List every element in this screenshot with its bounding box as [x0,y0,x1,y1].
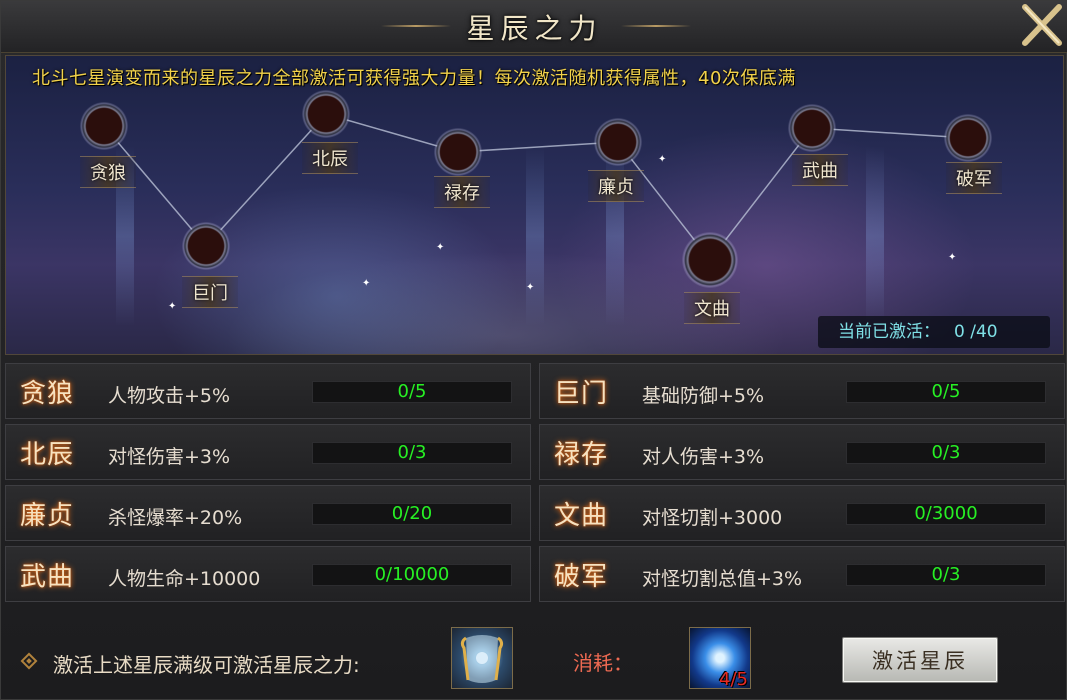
attribute-description: 人物攻击+5% [108,385,231,407]
attribute-description: 杀怪爆率+20% [108,507,243,529]
attribute-progress-text: 0/10000 [374,564,450,585]
window-title: 星辰之力 [466,12,603,45]
star-label-wuqu: 武曲 [792,154,848,186]
star-label-lucun: 禄存 [434,176,490,208]
sparkle: ✦ [436,242,445,253]
star-node-lianzhen[interactable] [594,118,642,166]
attribute-star-name: 贪狼 [20,379,75,409]
title-ornament-right [621,25,691,27]
attribute-progress-bar: 0/5 [312,381,512,403]
activation-count-label: 当前已激活： [838,322,940,342]
attribute-star-name: 巨门 [554,379,609,409]
attribute-star-name: 北辰 [20,440,75,470]
constellation-lines [103,113,969,262]
attribute-progress-bar: 0/3 [846,442,1046,464]
star-node-beichen[interactable] [302,90,350,138]
attribute-description: 基础防御+5% [642,385,765,407]
unlock-hint: 激活上述星辰满级可激活星辰之力: [53,653,360,677]
attribute-star-name: 破军 [554,562,609,592]
cost-item-count: 4/5 [719,669,748,690]
sparkle: ✦ [658,154,667,165]
star-label-tanlang: 贪狼 [80,156,136,188]
title-bar: 星辰之力 [1,1,1067,53]
star-node-wenqu[interactable] [682,232,738,288]
star-node-lucun[interactable] [434,128,482,176]
sparkle: ✦ [168,301,177,312]
attribute-row: 武曲 人物生命+10000 0/10000 [5,546,531,602]
attribute-row: 文曲 对怪切割+3000 0/3000 [539,485,1065,541]
attribute-progress-bar: 0/20 [312,503,512,525]
star-node-wuqu[interactable] [788,104,836,152]
star-node-tanlang[interactable] [80,102,128,150]
star-label-lianzhen: 廉贞 [588,170,644,202]
attribute-progress-text: 0/3 [397,442,427,463]
sparkle: ✦ [948,252,957,263]
attribute-progress-text: 0/5 [931,381,961,402]
attribute-progress-text: 0/5 [397,381,427,402]
attribute-progress-bar: 0/5 [846,381,1046,403]
star-label-pojun: 破军 [946,162,1002,194]
attribute-progress-text: 0/3 [931,564,961,585]
sparkle: ✦ [362,278,371,289]
star-node-jumen[interactable] [182,222,230,270]
attribute-row: 贪狼 人物攻击+5% 0/5 [5,363,531,419]
attribute-progress-text: 0/20 [391,503,433,524]
attribute-star-name: 武曲 [20,562,75,592]
attribute-description: 人物生命+10000 [108,568,261,590]
star-label-beichen: 北辰 [302,142,358,174]
activation-count-value: 0 /40 [954,322,998,342]
attribute-progress-text: 0/3000 [914,503,978,524]
attribute-progress-bar: 0/3 [312,442,512,464]
attribute-row: 巨门 基础防御+5% 0/5 [539,363,1065,419]
sparkle: ✦ [526,282,535,293]
star-node-pojun[interactable] [944,114,992,162]
constellation-panel: 北斗七星演变而来的星辰之力全部激活可获得强大力量！每次激活随机获得属性，40次保… [5,55,1064,355]
attribute-row: 北辰 对怪伤害+3% 0/3 [5,424,531,480]
attribute-description: 对怪切割总值+3% [642,568,803,590]
attribute-description: 对人伤害+3% [642,446,765,468]
scroll-item-icon[interactable] [451,627,513,689]
star-label-wenqu: 文曲 [684,292,740,324]
star-label-jumen: 巨门 [182,276,238,308]
diamond-bullet-icon [20,652,38,670]
attribute-star-name: 文曲 [554,501,609,531]
bottom-bar: 激活上述星辰满级可激活星辰之力: 消耗： 4/5 激活星辰 [1,611,1067,700]
attribute-row: 破军 对怪切割总值+3% 0/3 [539,546,1065,602]
attribute-star-name: 禄存 [554,440,609,470]
close-icon[interactable] [1019,3,1065,47]
blue-orb-icon[interactable]: 4/5 [689,627,751,690]
attribute-progress-bar: 0/3000 [846,503,1046,525]
attribute-description: 对怪伤害+3% [108,446,231,468]
star-power-window: 星辰之力 北斗七星演变而来的星辰之力全部激活可获得强大力量！每次激活随机获得属性… [0,0,1067,700]
activation-count: 当前已激活： 0 /40 [818,316,1050,348]
attribute-progress-text: 0/3 [931,442,961,463]
cost-label: 消耗： [573,651,633,675]
attribute-row: 廉贞 杀怪爆率+20% 0/20 [5,485,531,541]
attribute-row: 禄存 对人伤害+3% 0/3 [539,424,1065,480]
attribute-progress-bar: 0/3 [846,564,1046,586]
attribute-description: 对怪切割+3000 [642,507,783,529]
attribute-star-name: 廉贞 [20,501,75,531]
activate-star-button[interactable]: 激活星辰 [842,637,998,683]
attribute-progress-bar: 0/10000 [312,564,512,586]
